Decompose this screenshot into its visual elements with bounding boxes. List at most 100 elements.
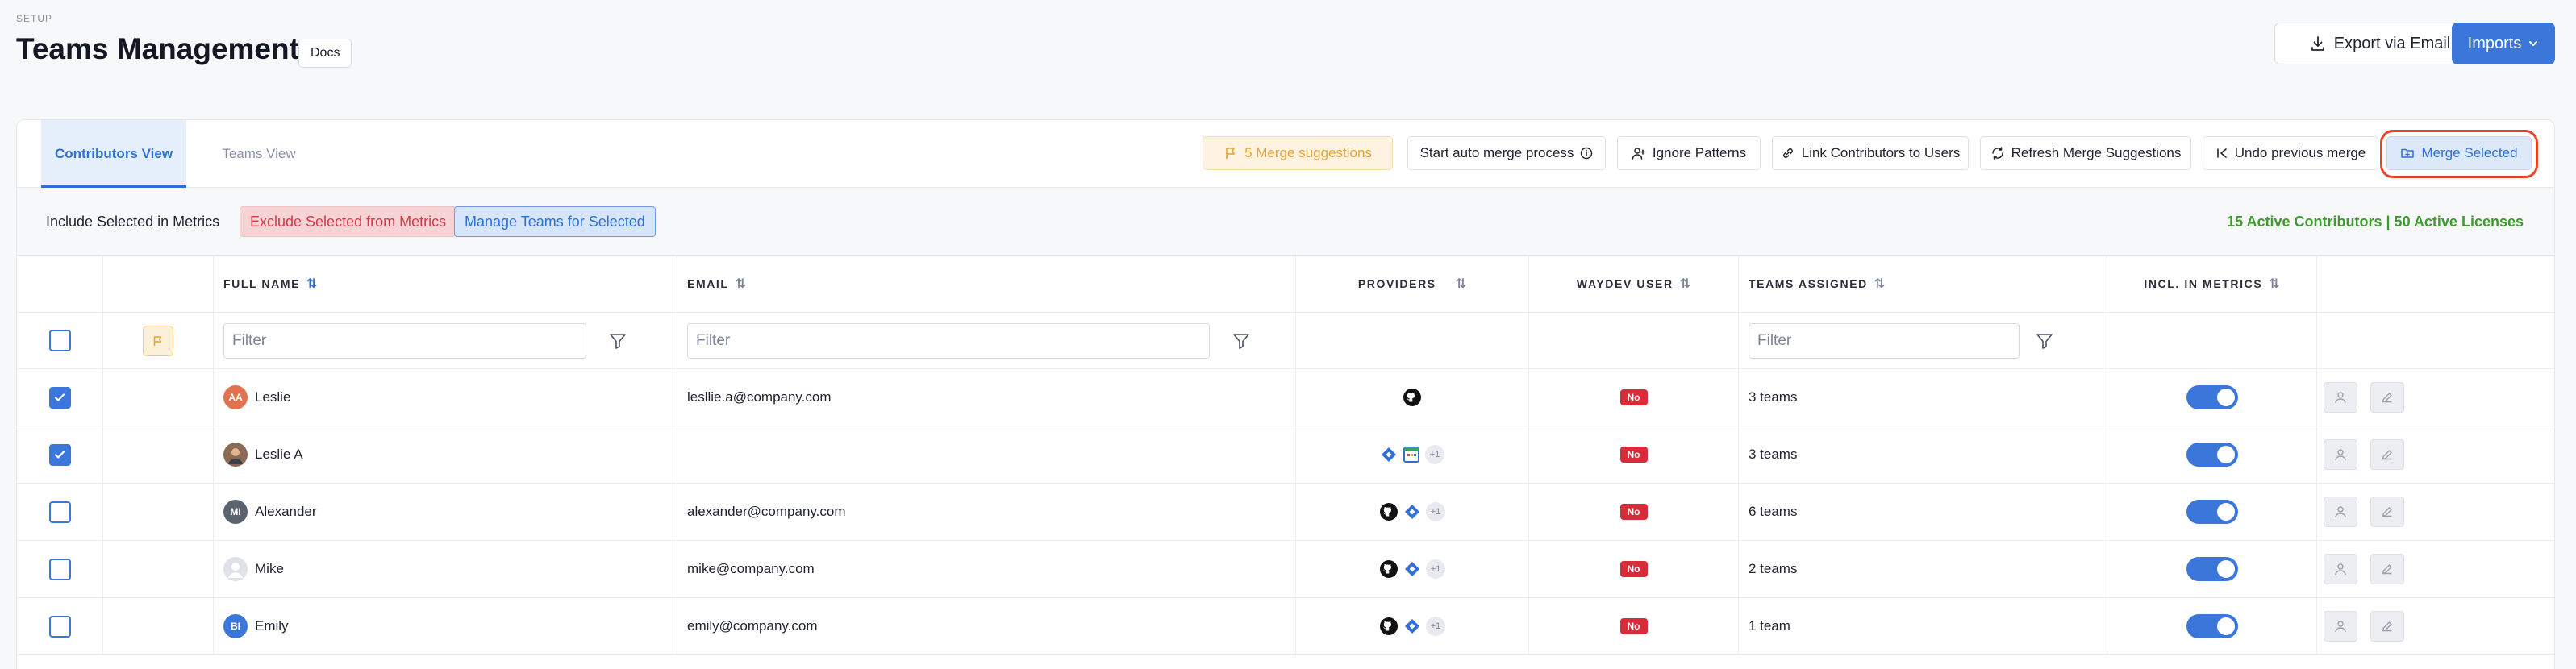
column-email[interactable]: EMAIL ⇅ xyxy=(677,256,1296,312)
column-incl-metrics[interactable]: INCL. IN METRICS ⇅ xyxy=(2107,256,2317,312)
sort-icon[interactable]: ⇅ xyxy=(1456,276,1466,292)
row-checkbox[interactable] xyxy=(48,501,71,523)
assign-user-button[interactable] xyxy=(2324,497,2357,527)
table-filter-row xyxy=(17,313,2554,369)
undo-merge-label: Undo previous merge xyxy=(2234,145,2366,160)
contributors-card: Contributors View Teams View 5 Merge sug… xyxy=(16,119,2555,669)
link-contributors-label: Link Contributors to Users xyxy=(1801,145,1961,160)
tab-contributors-view[interactable]: Contributors View xyxy=(41,120,186,188)
ignore-patterns-button[interactable]: Ignore Patterns xyxy=(1617,136,1761,170)
auto-merge-button[interactable]: Start auto merge process xyxy=(1407,136,1606,170)
column-teams-assigned[interactable]: TEAMS ASSIGNED ⇅ xyxy=(1739,256,2107,312)
teams-assigned-count[interactable]: 1 team xyxy=(1749,618,1790,634)
funnel-icon[interactable] xyxy=(1232,332,1250,350)
contributor-name[interactable]: Leslie xyxy=(255,389,290,405)
more-providers-badge[interactable]: +1 xyxy=(1426,502,1445,521)
teams-assigned-count[interactable]: 2 teams xyxy=(1749,561,1797,577)
pencil-icon xyxy=(2382,621,2392,632)
include-metrics-toggle[interactable] xyxy=(2186,500,2238,524)
sort-icon[interactable]: ⇅ xyxy=(1874,276,1885,292)
assign-user-button[interactable] xyxy=(2324,439,2357,470)
jira-icon xyxy=(1382,447,1396,462)
teams-filter-input[interactable] xyxy=(1749,322,2020,359)
user-icon xyxy=(2335,621,2346,633)
contributor-name[interactable]: Alexander xyxy=(255,504,317,520)
user-plus-icon xyxy=(1632,148,1646,160)
contributor-name[interactable]: Mike xyxy=(255,561,284,577)
info-icon xyxy=(1581,147,1593,160)
sort-icon[interactable]: ⇅ xyxy=(2269,276,2279,292)
edit-button[interactable] xyxy=(2370,439,2404,470)
waydev-user-badge: No xyxy=(1619,561,1648,577)
avatar xyxy=(223,443,248,467)
include-metrics-toggle[interactable] xyxy=(2186,443,2238,467)
refresh-icon xyxy=(1991,147,2003,160)
imports-label: Imports xyxy=(2467,34,2522,52)
email-filter-input[interactable] xyxy=(687,322,1210,359)
flag-filter-button[interactable] xyxy=(143,325,173,356)
tab-teams-view[interactable]: Teams View xyxy=(194,120,323,188)
column-providers[interactable]: PROVIDERS ⇅ xyxy=(1296,256,1529,312)
row-checkbox[interactable] xyxy=(48,615,71,638)
teams-assigned-count[interactable]: 3 teams xyxy=(1749,447,1797,463)
section-label: SETUP xyxy=(16,13,53,24)
edit-button[interactable] xyxy=(2370,554,2404,584)
provider-icons: +1 xyxy=(1379,559,1445,579)
funnel-icon[interactable] xyxy=(609,332,627,350)
assign-user-button[interactable] xyxy=(2324,611,2357,642)
include-metrics-toggle[interactable] xyxy=(2186,385,2238,409)
table-row: AA Leslie lesllie.a@company.com No 3 teams xyxy=(17,369,2554,426)
flag-icon xyxy=(1226,148,1235,159)
more-providers-badge[interactable]: +1 xyxy=(1426,617,1445,636)
sort-asc-icon[interactable]: ⇅ xyxy=(306,276,317,292)
merge-suggestions-button[interactable]: 5 Merge suggestions xyxy=(1203,136,1393,170)
edit-button[interactable] xyxy=(2370,497,2404,527)
edit-button[interactable] xyxy=(2370,382,2404,413)
sort-icon[interactable]: ⇅ xyxy=(736,276,746,292)
more-providers-badge[interactable]: +1 xyxy=(1425,445,1444,464)
assign-user-button[interactable] xyxy=(2324,554,2357,584)
name-filter-input[interactable] xyxy=(223,322,586,359)
contributor-name[interactable]: Leslie A xyxy=(255,447,303,463)
contributor-email: lesllie.a@company.com xyxy=(687,389,832,405)
row-checkbox[interactable] xyxy=(48,558,71,580)
imports-button[interactable]: Imports xyxy=(2452,23,2555,64)
provider-icons xyxy=(1403,388,1422,407)
assign-user-button[interactable] xyxy=(2324,382,2357,413)
contributor-name[interactable]: Emily xyxy=(255,618,289,634)
column-waydev-user[interactable]: WAYDEV USER ⇅ xyxy=(1529,256,1739,312)
contributor-email: mike@company.com xyxy=(687,561,815,576)
include-metrics-toggle[interactable] xyxy=(2186,557,2238,581)
row-checkbox[interactable] xyxy=(48,386,71,409)
refresh-merge-button[interactable]: Refresh Merge Suggestions xyxy=(1980,136,2191,170)
link-contributors-button[interactable]: Link Contributors to Users xyxy=(1772,136,1969,170)
row-checkbox[interactable] xyxy=(48,443,71,466)
jira-icon xyxy=(1405,619,1419,634)
edit-button[interactable] xyxy=(2370,611,2404,642)
pencil-icon xyxy=(2382,564,2392,575)
waydev-user-badge: No xyxy=(1619,618,1648,634)
jira-icon xyxy=(1405,562,1419,576)
select-all-checkbox[interactable] xyxy=(48,330,71,351)
teams-assigned-count[interactable]: 3 teams xyxy=(1749,389,1797,405)
waydev-user-badge: No xyxy=(1619,504,1648,520)
calendar-icon xyxy=(1403,447,1419,463)
download-icon xyxy=(2311,36,2324,51)
docs-button[interactable]: Docs xyxy=(298,39,352,68)
undo-icon xyxy=(2216,148,2227,158)
undo-merge-button[interactable]: Undo previous merge xyxy=(2203,136,2378,170)
flag-icon xyxy=(153,335,162,346)
column-full-name[interactable]: FULL NAME ⇅ xyxy=(214,256,677,312)
sort-icon[interactable]: ⇅ xyxy=(1680,276,1690,292)
include-selected-button[interactable]: Include Selected in Metrics xyxy=(46,206,219,237)
more-providers-badge[interactable]: +1 xyxy=(1426,559,1445,579)
funnel-icon[interactable] xyxy=(2036,332,2053,350)
table-header-row: FULL NAME ⇅ EMAIL ⇅ PROVIDERS ⇅ WAYDEV USER… xyxy=(17,256,2554,313)
teams-assigned-count[interactable]: 6 teams xyxy=(1749,504,1797,520)
auto-merge-label: Start auto merge process xyxy=(1419,145,1574,160)
include-metrics-toggle[interactable] xyxy=(2186,614,2238,638)
manage-teams-button[interactable]: Manage Teams for Selected xyxy=(454,206,656,237)
github-icon xyxy=(1380,503,1398,521)
exclude-selected-button[interactable]: Exclude Selected from Metrics xyxy=(240,206,457,237)
avatar: BI xyxy=(223,614,248,638)
